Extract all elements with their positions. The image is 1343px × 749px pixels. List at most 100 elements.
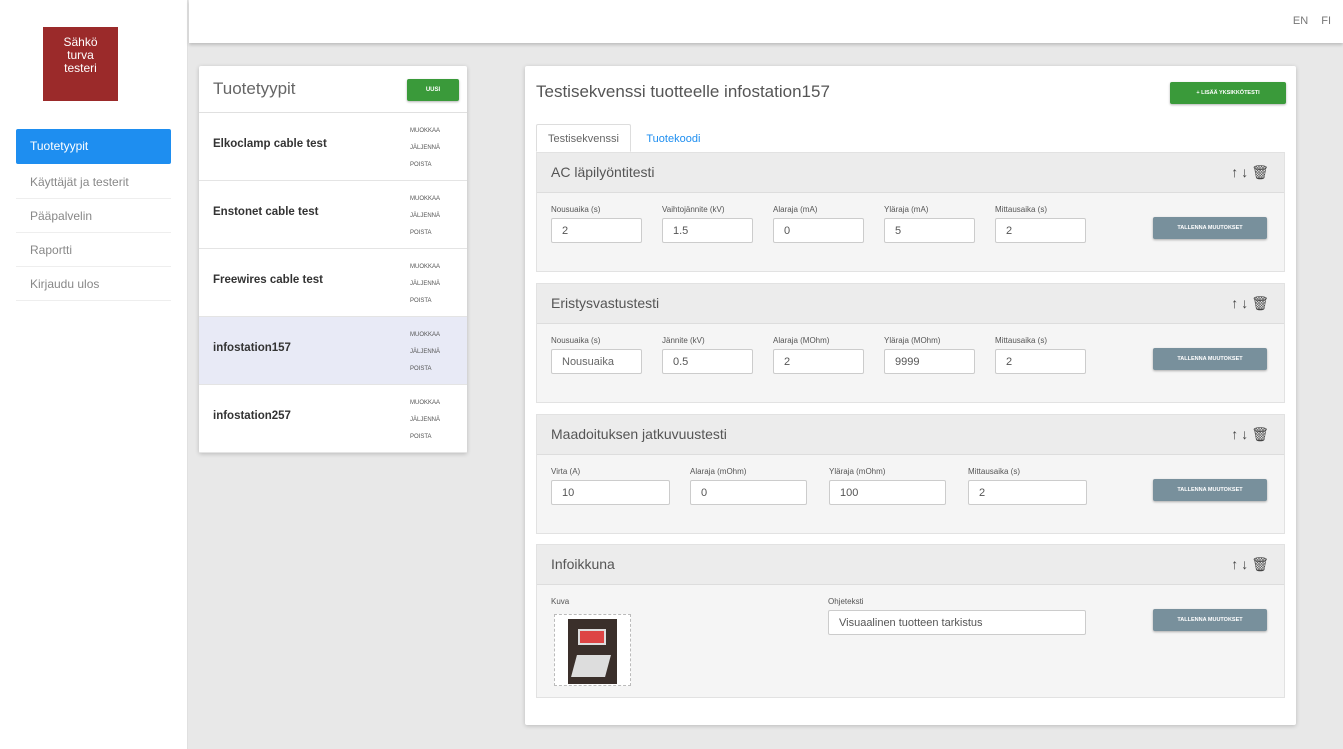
field-input[interactable]: Nousuaika (551, 349, 642, 374)
field-input[interactable]: 9999 (884, 349, 975, 374)
move-up-icon[interactable]: ↑ (1231, 426, 1241, 442)
field-label: Alaraja (mOhm) (690, 467, 747, 476)
edit-product-link[interactable]: MUOKKAA (410, 259, 440, 276)
section-header: AC läpilyöntitesti ↑↓🗑 (537, 153, 1284, 193)
section-body: Kuva Ohjeteksti Visuaalinen tuotteen tarki… (537, 585, 1284, 699)
field-input[interactable]: 0 (773, 218, 864, 243)
lang-en-link[interactable]: EN (1293, 15, 1308, 27)
sequence-tabs: Testisekvenssi Tuotekoodi (536, 124, 711, 152)
image-dropzone[interactable] (554, 614, 631, 686)
clone-product-link[interactable]: JÄLJENNÄ (410, 276, 440, 293)
product-name[interactable]: Freewires cable test (213, 274, 323, 286)
field-input[interactable]: 1.5 (662, 218, 753, 243)
field-input[interactable]: 100 (829, 480, 946, 505)
lang-fi-link[interactable]: FI (1321, 15, 1331, 27)
tab-test-sequence[interactable]: Testisekvenssi (536, 124, 631, 152)
field-input[interactable]: 2 (968, 480, 1087, 505)
clone-product-link[interactable]: JÄLJENNÄ (410, 344, 440, 361)
field-input[interactable]: 2 (995, 218, 1086, 243)
trash-icon[interactable]: 🗑 (1251, 295, 1272, 311)
move-down-icon[interactable]: ↓ (1241, 556, 1251, 572)
trash-icon[interactable]: 🗑 (1251, 426, 1272, 442)
edit-product-link[interactable]: MUOKKAA (410, 191, 440, 208)
product-row[interactable]: Elkoclamp cable test MUOKKAA JÄLJENNÄ POIST… (199, 113, 467, 181)
sidebar-item-product-types[interactable]: Tuotetyypit (16, 129, 171, 164)
product-actions: MUOKKAA JÄLJENNÄ POISTA (410, 123, 440, 174)
edit-product-link[interactable]: MUOKKAA (410, 395, 440, 412)
clone-product-link[interactable]: JÄLJENNÄ (410, 140, 440, 157)
field-input[interactable]: 2 (773, 349, 864, 374)
move-down-icon[interactable]: ↓ (1241, 164, 1251, 180)
app-logo: Sähkö turva testeri (43, 27, 118, 101)
field-label: Mittausaika (s) (995, 205, 1048, 214)
test-sequence-panel: Testisekvenssi tuotteelle infostation157… (525, 66, 1296, 725)
delete-product-link[interactable]: POISTA (410, 429, 440, 446)
field-input[interactable]: 0 (690, 480, 807, 505)
edit-product-link[interactable]: MUOKKAA (410, 327, 440, 344)
product-actions: MUOKKAA JÄLJENNÄ POISTA (410, 327, 440, 378)
move-up-icon[interactable]: ↑ (1231, 556, 1241, 572)
save-changes-button[interactable]: TALLENNA MUUTOKSET (1153, 217, 1267, 239)
form-field: Mittausaika (s) 2 (995, 336, 1086, 374)
instruction-label: Ohjeteksti (828, 597, 864, 606)
form-field: Mittausaika (s) 2 (995, 205, 1086, 243)
save-changes-button[interactable]: TALLENNA MUUTOKSET (1153, 348, 1267, 370)
field-input[interactable]: 10 (551, 480, 670, 505)
trash-icon[interactable]: 🗑 (1251, 164, 1272, 180)
field-input[interactable]: 5 (884, 218, 975, 243)
form-field: Alaraja (mA) 0 (773, 205, 864, 243)
sidebar-item-logout[interactable]: Kirjaudu ulos (16, 267, 171, 301)
field-input[interactable]: 2 (995, 349, 1086, 374)
trash-icon[interactable]: 🗑 (1251, 556, 1272, 572)
field-label: Yläraja (mOhm) (829, 467, 886, 476)
product-actions: MUOKKAA JÄLJENNÄ POISTA (410, 259, 440, 310)
sidebar-item-main-server[interactable]: Pääpalvelin (16, 199, 171, 233)
product-row[interactable]: infostation257 MUOKKAA JÄLJENNÄ POISTA (199, 385, 467, 453)
product-row[interactable]: Enstonet cable test MUOKKAA JÄLJENNÄ POISTA (199, 181, 467, 249)
form-field: Yläraja (MOhm) 9999 (884, 336, 975, 374)
sequence-title: Testisekvenssi tuotteelle infostation157 (536, 82, 830, 101)
clone-product-link[interactable]: JÄLJENNÄ (410, 208, 440, 225)
section-header: Maadoituksen jatkuvuustesti ↑↓🗑 (537, 415, 1284, 455)
product-actions: MUOKKAA JÄLJENNÄ POISTA (410, 191, 440, 242)
section-controls: ↑↓🗑 (1231, 295, 1272, 312)
add-unit-test-button[interactable]: + LISÄÄ YKSIKKÖTESTI (1170, 82, 1286, 104)
save-changes-button[interactable]: TALLENNA MUUTOKSET (1153, 479, 1267, 501)
product-list: Elkoclamp cable test MUOKKAA JÄLJENNÄ POIST… (199, 113, 467, 453)
test-section: AC läpilyöntitesti ↑↓🗑 Nousuaika (s) 2 Vaiht… (536, 152, 1285, 272)
field-label: Mittausaika (s) (968, 467, 1021, 476)
instruction-input[interactable]: Visuaalinen tuotteen tarkistus (828, 610, 1086, 635)
section-body: Virta (A) 10 Alaraja (mOhm) 0 Yläraja (mOhm)… (537, 455, 1284, 535)
field-input[interactable]: 2 (551, 218, 642, 243)
product-name[interactable]: Elkoclamp cable test (213, 138, 327, 150)
language-switcher: EN FI (1287, 15, 1331, 27)
product-name[interactable]: infostation157 (213, 342, 291, 354)
move-down-icon[interactable]: ↓ (1241, 295, 1251, 311)
delete-product-link[interactable]: POISTA (410, 361, 440, 378)
product-row[interactable]: infostation157 MUOKKAA JÄLJENNÄ POISTA (199, 317, 467, 385)
edit-product-link[interactable]: MUOKKAA (410, 123, 440, 140)
field-label: Nousuaika (s) (551, 336, 601, 345)
section-controls: ↑↓🗑 (1231, 164, 1272, 181)
delete-product-link[interactable]: POISTA (410, 293, 440, 310)
product-name[interactable]: Enstonet cable test (213, 206, 318, 218)
image-label: Kuva (551, 597, 570, 606)
clone-product-link[interactable]: JÄLJENNÄ (410, 412, 440, 429)
save-changes-button[interactable]: TALLENNA MUUTOKSET (1153, 609, 1267, 631)
field-input[interactable]: 0.5 (662, 349, 753, 374)
tab-product-code[interactable]: Tuotekoodi (635, 125, 711, 153)
move-down-icon[interactable]: ↓ (1241, 426, 1251, 442)
field-label: Mittausaika (s) (995, 336, 1048, 345)
move-up-icon[interactable]: ↑ (1231, 295, 1241, 311)
new-product-button[interactable]: UUSI (407, 79, 459, 101)
product-row[interactable]: Freewires cable test MUOKKAA JÄLJENNÄ POIST… (199, 249, 467, 317)
delete-product-link[interactable]: POISTA (410, 157, 440, 174)
sidebar-item-users-testers[interactable]: Käyttäjät ja testerit (16, 165, 171, 199)
section-controls: ↑↓🗑 (1231, 426, 1272, 443)
field-label: Nousuaika (s) (551, 205, 601, 214)
delete-product-link[interactable]: POISTA (410, 225, 440, 242)
move-up-icon[interactable]: ↑ (1231, 164, 1241, 180)
sidebar-item-report[interactable]: Raportti (16, 233, 171, 267)
image-field: Kuva (551, 597, 569, 610)
product-name[interactable]: infostation257 (213, 410, 291, 422)
